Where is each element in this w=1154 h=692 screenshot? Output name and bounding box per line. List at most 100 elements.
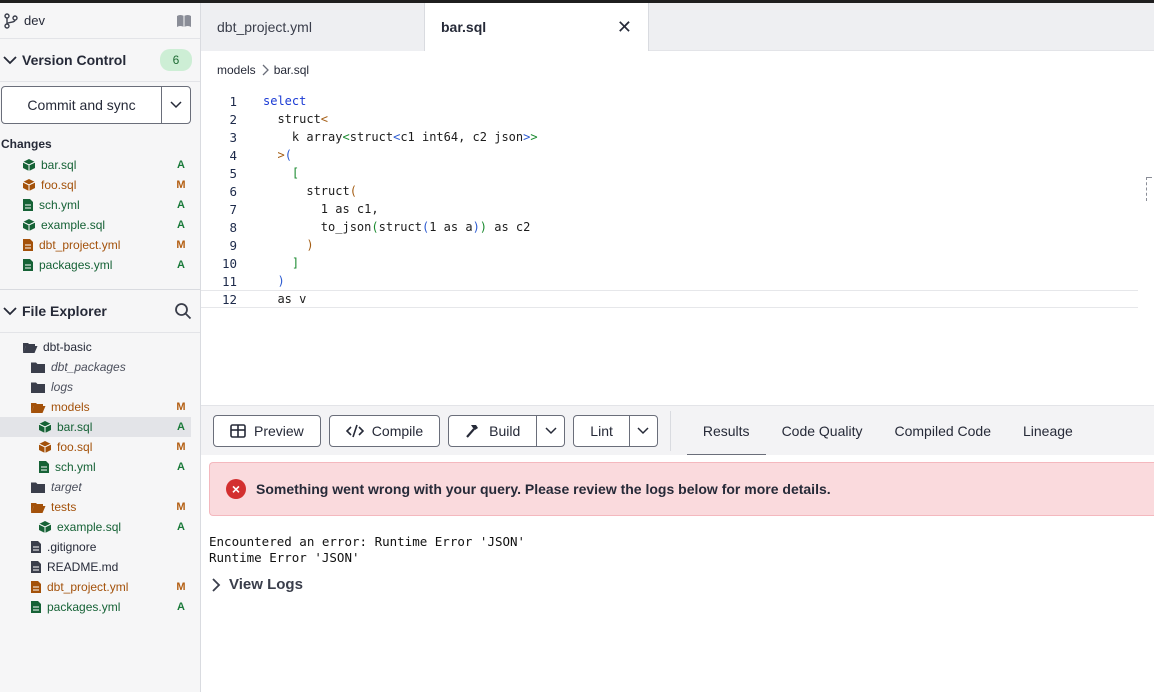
code-line[interactable]: 1 select — [201, 92, 1154, 110]
build-label: Build — [489, 422, 521, 439]
code-line[interactable]: 7 1 as c1, — [201, 200, 1154, 218]
change-file-name: example.sql — [41, 218, 106, 232]
tree-item-name: foo.sql — [57, 440, 93, 454]
change-item[interactable]: sch.yml A — [0, 195, 200, 215]
tree-item[interactable]: models M — [0, 397, 200, 417]
code-line[interactable]: 11 ) — [201, 272, 1154, 290]
book-icon[interactable] — [176, 14, 192, 28]
commit-options-button[interactable] — [162, 87, 190, 123]
code-line[interactable]: 2 struct< — [201, 110, 1154, 128]
search-icon[interactable] — [174, 302, 192, 320]
branch-row[interactable]: dev — [0, 3, 200, 39]
breadcrumb-folder[interactable]: models — [217, 63, 256, 77]
code-line[interactable]: 9 ) — [201, 236, 1154, 254]
tab-compiled-code[interactable]: Compiled Code — [879, 406, 1008, 456]
tab-dbt-project-yml[interactable]: dbt_project.yml — [201, 3, 425, 51]
log-line: Encountered an error: Runtime Error 'JSO… — [209, 534, 526, 549]
change-item[interactable]: packages.yml A — [0, 255, 200, 275]
tree-item[interactable]: README.md — [0, 557, 200, 577]
tree-item[interactable]: target — [0, 477, 200, 497]
code-text: ] — [291, 256, 300, 270]
tree-item-name: logs — [51, 380, 74, 394]
change-item[interactable]: example.sql A — [0, 215, 200, 235]
code-text: to_json(struct(1 as a)) as c2 — [263, 220, 531, 234]
file-explorer-title: File Explorer — [22, 303, 107, 319]
file-icon — [23, 239, 33, 251]
tree-item[interactable]: tests M — [0, 497, 200, 517]
view-logs-label: View Logs — [229, 576, 303, 593]
file-icon — [31, 561, 41, 573]
folder-open-icon — [23, 342, 38, 353]
tree-item[interactable]: sch.yml A — [0, 457, 200, 477]
code-text: 1 as c1, — [263, 202, 379, 216]
model-cube-icon — [22, 159, 36, 171]
change-item[interactable]: dbt_project.yml M — [0, 235, 200, 255]
code-text: ) — [306, 238, 314, 252]
line-number: 6 — [229, 183, 237, 199]
file-icon — [23, 259, 33, 271]
build-button[interactable]: Build — [449, 416, 536, 446]
tree-item[interactable]: foo.sql M — [0, 437, 200, 457]
code-line[interactable]: 4 >( — [201, 146, 1154, 164]
folder-icon — [31, 362, 45, 373]
code-line[interactable]: 6 struct( — [201, 182, 1154, 200]
file-tree: dbt-basic dbt_packageslogs models Mbar.sql A… — [0, 337, 200, 617]
tab-code-quality[interactable]: Code Quality — [766, 406, 879, 456]
code-line[interactable]: 3 k array<struct<c1 int64, c2 json>> — [201, 128, 1154, 146]
changes-label: Changes — [1, 137, 52, 151]
tree-item-status: A — [177, 521, 185, 533]
tree-item[interactable]: .gitignore — [0, 537, 200, 557]
changes-count-badge: 6 — [160, 49, 192, 71]
tree-item[interactable]: packages.yml A — [0, 597, 200, 617]
tab-bar-sql[interactable]: bar.sql ✕ — [425, 3, 649, 51]
tree-item-name: dbt_packages — [51, 360, 126, 374]
results-panel: × Something went wrong with your query. … — [201, 455, 1154, 692]
file-explorer-header[interactable]: File Explorer — [0, 290, 200, 332]
commit-and-sync-button[interactable]: Commit and sync — [2, 87, 162, 123]
code-line[interactable]: 10 ] — [201, 254, 1154, 272]
code-line[interactable]: 8 to_json(struct(1 as a)) as c2 — [201, 218, 1154, 236]
tree-item[interactable]: example.sql A — [0, 517, 200, 537]
model-cube-icon — [38, 521, 52, 533]
tree-item[interactable]: dbt_project.yml M — [0, 577, 200, 597]
editor-tabbar: dbt_project.yml bar.sql ✕ — [201, 3, 1154, 51]
error-message: Something went wrong with your query. Pl… — [256, 481, 831, 497]
folder-icon — [31, 382, 45, 393]
tree-item[interactable]: bar.sql A — [0, 417, 191, 437]
change-item[interactable]: foo.sql M — [0, 175, 200, 195]
line-number: 7 — [229, 201, 237, 217]
lint-button-group: Lint — [573, 414, 658, 447]
tree-item-status: A — [177, 461, 185, 473]
lint-options-button[interactable] — [628, 415, 657, 446]
tree-item[interactable]: dbt-basic — [0, 337, 200, 357]
tree-item[interactable]: dbt_packages — [0, 357, 200, 377]
tree-item[interactable]: logs — [0, 377, 200, 397]
code-line[interactable]: 12 as v — [201, 290, 1138, 308]
file-icon — [23, 199, 33, 211]
tree-item-name: models — [51, 400, 90, 414]
view-logs-toggle[interactable]: View Logs — [211, 576, 1154, 593]
code-line[interactable]: 5 [ — [201, 164, 1154, 182]
line-number: 10 — [221, 255, 237, 271]
build-options-button[interactable] — [536, 415, 564, 446]
tab-results[interactable]: Results — [686, 406, 766, 456]
preview-button[interactable]: Preview — [213, 414, 321, 447]
lint-button[interactable]: Lint — [574, 416, 629, 446]
compile-button[interactable]: Compile — [328, 414, 441, 447]
chevron-down-icon — [545, 426, 557, 434]
close-icon[interactable]: ✕ — [617, 18, 632, 36]
version-control-header[interactable]: Version Control 6 — [0, 39, 200, 81]
code-text: struct( — [263, 184, 357, 198]
tab-label: bar.sql — [441, 19, 487, 35]
code-editor[interactable]: 1 select 2 struct< 3 k array<struct<c1 int6… — [201, 89, 1154, 405]
breadcrumb: models bar.sql — [201, 51, 1154, 89]
change-item[interactable]: bar.sql A — [0, 155, 200, 175]
line-number: 8 — [229, 219, 237, 235]
tab-lineage[interactable]: Lineage — [1007, 406, 1089, 456]
code-text: >( — [277, 148, 292, 162]
error-icon: × — [226, 479, 246, 499]
line-number: 3 — [229, 129, 237, 145]
code-text: k array<struct<c1 int64, c2 json>> — [263, 130, 538, 144]
code-text: ) — [277, 274, 285, 288]
line-number: 11 — [221, 273, 237, 289]
